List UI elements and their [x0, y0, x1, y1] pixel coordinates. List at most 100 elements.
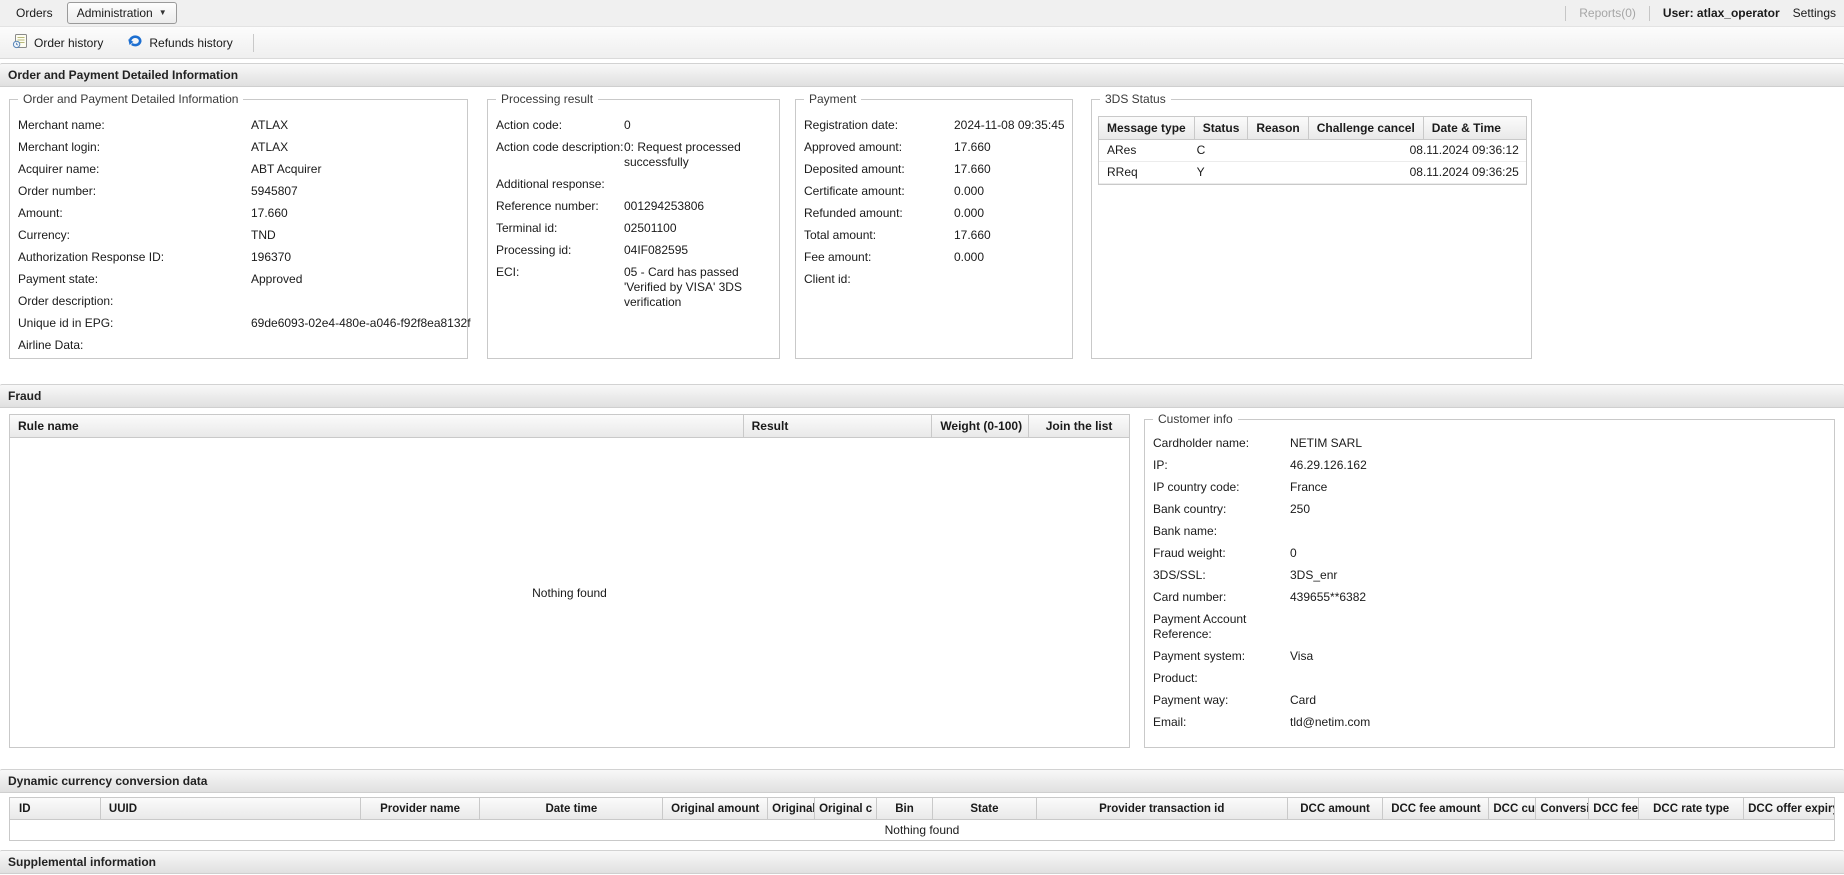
column-header: Rule name [10, 415, 744, 437]
menu-administration[interactable]: Administration ▼ [66, 2, 177, 24]
field-value: 17.660 [954, 140, 991, 154]
section-supplemental-header: Supplemental information [0, 850, 1844, 874]
field-value: France [1290, 480, 1328, 494]
field-row: Card number: 439655**6382 [1153, 590, 1826, 605]
column-header: Date & Time [1431, 121, 1501, 135]
field-row: Action code: 0 [496, 118, 771, 133]
separator [1648, 5, 1650, 21]
section-main-header: Order and Payment Detailed Information [0, 63, 1844, 87]
field-label: Card number: [1153, 590, 1227, 604]
field-row: ECI: 05 - Card has passed 'Verified by V… [496, 265, 771, 310]
field-row: Unique id in EPG: 69de6093-02e4-480e-a04… [18, 316, 471, 331]
order-info-fieldset: Order and Payment Detailed Information M… [9, 92, 471, 359]
field-value: 46.29.126.162 [1290, 458, 1367, 472]
field-value [954, 272, 1064, 287]
field-label: Payment way: [1153, 693, 1229, 707]
field-value [1290, 671, 1826, 686]
field-value: Visa [1290, 649, 1314, 663]
field-label: Bank country: [1153, 502, 1227, 516]
field-label: Terminal id: [496, 221, 558, 235]
field-value [251, 294, 459, 309]
field-label: Bank name: [1153, 524, 1218, 538]
field-label: Payment Account Reference: [1153, 612, 1247, 641]
column-header: Result [744, 415, 933, 437]
field-value [1290, 612, 1826, 642]
field-value [1290, 524, 1826, 539]
cell-reason [1249, 140, 1316, 161]
column-header: Provider transaction id [1037, 798, 1288, 819]
three-ds-legend: 3DS Status [1100, 92, 1171, 106]
column-header: Original f [768, 798, 816, 819]
field-label: Fee amount: [804, 250, 872, 264]
field-value: TND [251, 228, 276, 242]
customer-info-fieldset: Customer info Cardholder name: NETIM SAR… [1144, 412, 1835, 748]
field-row: Currency: TND [18, 228, 459, 243]
field-label: Order number: [18, 184, 97, 198]
field-value: 17.660 [251, 206, 288, 220]
column-header: Status [1195, 117, 1249, 139]
field-label: Product: [1153, 671, 1198, 685]
field-label: Payment system: [1153, 649, 1246, 663]
table-row[interactable]: RReq Y 08.11.2024 09:36:25 [1099, 162, 1526, 184]
cell-challenge-cancel [1316, 140, 1402, 161]
column-header: ID [10, 798, 101, 819]
menu-reports: Reports(0) [1579, 6, 1636, 20]
menu-orders[interactable]: Orders [6, 3, 63, 23]
order-history-label: Order history [34, 35, 104, 50]
field-value: 0 [1290, 546, 1297, 560]
section-dcc-title: Dynamic currency conversion data [8, 774, 208, 788]
table-row[interactable]: ARes C 08.11.2024 09:36:12 [1099, 140, 1526, 162]
cell-reason [1249, 162, 1316, 183]
field-value: 0.000 [954, 250, 985, 264]
column-header: Bin [877, 798, 933, 819]
field-value: 04IF082595 [624, 243, 689, 257]
field-label: Acquirer name: [18, 162, 100, 176]
field-value: 196370 [251, 250, 292, 264]
field-row: Reference number: 001294253806 [496, 199, 771, 214]
fraud-table-header: Rule name Result Weight (0-100) Join the… [10, 415, 1129, 438]
main-panel: Order and Payment Detailed Information M… [0, 87, 1844, 380]
field-value: 0.000 [954, 184, 985, 198]
field-label: Fraud weight: [1153, 546, 1226, 560]
field-row: Airline Data: [18, 338, 459, 353]
order-history-button[interactable]: Order history [8, 30, 107, 55]
column-header: DCC fee amount [1383, 798, 1490, 819]
field-row: Acquirer name: ABT Acquirer [18, 162, 459, 177]
field-row: Terminal id: 02501100 [496, 221, 771, 236]
section-fraud-header: Fraud [0, 384, 1844, 408]
field-label: Airline Data: [18, 338, 84, 352]
field-label: Merchant name: [18, 118, 105, 132]
field-row: Additional response: [496, 177, 771, 192]
section-fraud-title: Fraud [8, 389, 42, 403]
refunds-history-button[interactable]: Refunds history [123, 30, 236, 55]
field-value: 17.660 [954, 162, 991, 176]
field-value: 5945807 [251, 184, 298, 198]
three-ds-table-header: Message type Status Reason Challenge can… [1099, 117, 1526, 140]
menu-administration-label: Administration [76, 6, 153, 20]
field-label: Payment state: [18, 272, 99, 286]
app-window: Orders Administration ▼ Reports(0) User:… [0, 0, 1844, 875]
field-value: Card [1290, 693, 1317, 707]
field-row: Payment state: Approved [18, 272, 459, 287]
field-value: 0: Request processed successfully [624, 140, 741, 169]
column-header: DCC offer expiry [1748, 803, 1835, 815]
field-row: Payment Account Reference: [1153, 612, 1826, 642]
refunds-history-icon [127, 33, 143, 52]
order-info-legend: Order and Payment Detailed Information [18, 92, 244, 106]
field-row: IP country code: France [1153, 480, 1826, 495]
field-value: tld@netim.com [1290, 715, 1371, 729]
column-header: Message type [1099, 117, 1195, 139]
field-row: Merchant login: ATLAX [18, 140, 459, 155]
cell-date-time: 08.11.2024 09:36:12 [1409, 143, 1519, 157]
field-value: 2024-11-08 09:35:45 [954, 118, 1065, 132]
field-row: Fraud weight: 0 [1153, 546, 1826, 561]
processing-result-fields: Action code: 0 Action code description: … [488, 100, 779, 310]
field-row: Bank name: [1153, 524, 1826, 539]
field-label: Refunded amount: [804, 206, 903, 220]
field-label: Processing id: [496, 243, 572, 257]
field-row: Payment system: Visa [1153, 649, 1826, 664]
field-row: Cardholder name: NETIM SARL [1153, 436, 1826, 451]
field-row: Total amount: 17.660 [804, 228, 1064, 243]
menu-settings[interactable]: Settings [1793, 6, 1836, 20]
field-row: Refunded amount: 0.000 [804, 206, 1064, 221]
